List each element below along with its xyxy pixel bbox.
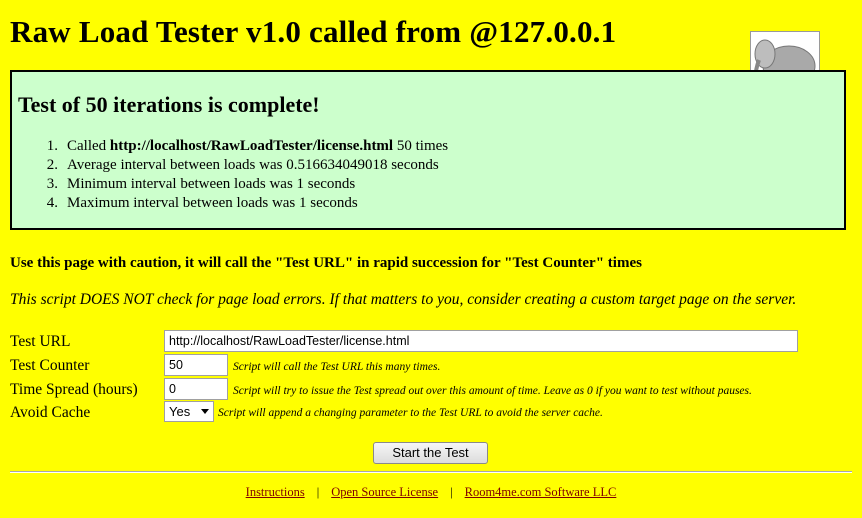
result-item-number: 2.	[46, 157, 58, 173]
time-spread-hint: Script will try to issue the Test spread…	[233, 385, 752, 397]
test-url-input[interactable]: http://localhost/RawLoadTester/license.h…	[164, 330, 798, 352]
result-item-text: Average interval between loads was 0.516…	[67, 157, 439, 173]
caution-text: Use this page with caution, it will call…	[10, 255, 642, 271]
result-item-text: Maximum interval between loads was 1 sec…	[67, 195, 358, 211]
avoid-cache-value: Yes	[169, 404, 191, 419]
result-item-number: 1.	[46, 138, 58, 154]
footer-links: Instructions | Open Source License | Room4me…	[0, 485, 862, 500]
test-counter-label: Test Counter	[10, 357, 90, 374]
test-counter-input[interactable]: 50	[164, 354, 228, 376]
result-item: 4. Maximum interval between loads was 1 s…	[18, 194, 448, 213]
result-item-suffix: 50 times	[393, 138, 449, 154]
result-item: 1. Called http://localhost/RawLoadTester/…	[18, 137, 448, 156]
footer-separator: |	[316, 485, 320, 499]
result-item-number: 3.	[46, 176, 58, 192]
start-test-button[interactable]: Start the Test	[373, 442, 488, 464]
page-title: Raw Load Tester v1.0 called from @127.0.…	[10, 14, 617, 49]
avoid-cache-hint: Script will append a changing parameter …	[218, 407, 603, 419]
chevron-down-icon	[201, 409, 209, 414]
note-text: This script DOES NOT check for page load…	[10, 291, 797, 308]
avoid-cache-label: Avoid Cache	[10, 404, 91, 421]
result-item: 3. Minimum interval between loads was 1 s…	[18, 175, 448, 194]
result-item-text: Minimum interval between loads was 1 sec…	[67, 176, 356, 192]
test-counter-hint: Script will call the Test URL this many …	[233, 361, 441, 373]
test-url-label: Test URL	[10, 333, 71, 350]
time-spread-input[interactable]: 0	[164, 378, 228, 400]
license-link[interactable]: Open Source License	[331, 485, 438, 499]
instructions-link[interactable]: Instructions	[246, 485, 305, 499]
result-item-number: 4.	[46, 195, 58, 211]
company-link[interactable]: Room4me.com Software LLC	[465, 485, 617, 499]
result-item-prefix: Called	[67, 138, 110, 154]
result-list: 1. Called http://localhost/RawLoadTester/…	[18, 137, 448, 213]
avoid-cache-select[interactable]: Yes	[164, 401, 214, 422]
result-panel: Test of 50 iterations is complete! 1. Cal…	[10, 70, 846, 230]
time-spread-label: Time Spread (hours)	[10, 381, 138, 398]
result-heading: Test of 50 iterations is complete!	[18, 92, 320, 117]
result-item: 2. Average interval between loads was 0.5…	[18, 156, 448, 175]
result-url: http://localhost/RawLoadTester/license.h…	[109, 138, 394, 154]
footer-divider	[10, 471, 852, 473]
footer-separator: |	[450, 485, 453, 499]
